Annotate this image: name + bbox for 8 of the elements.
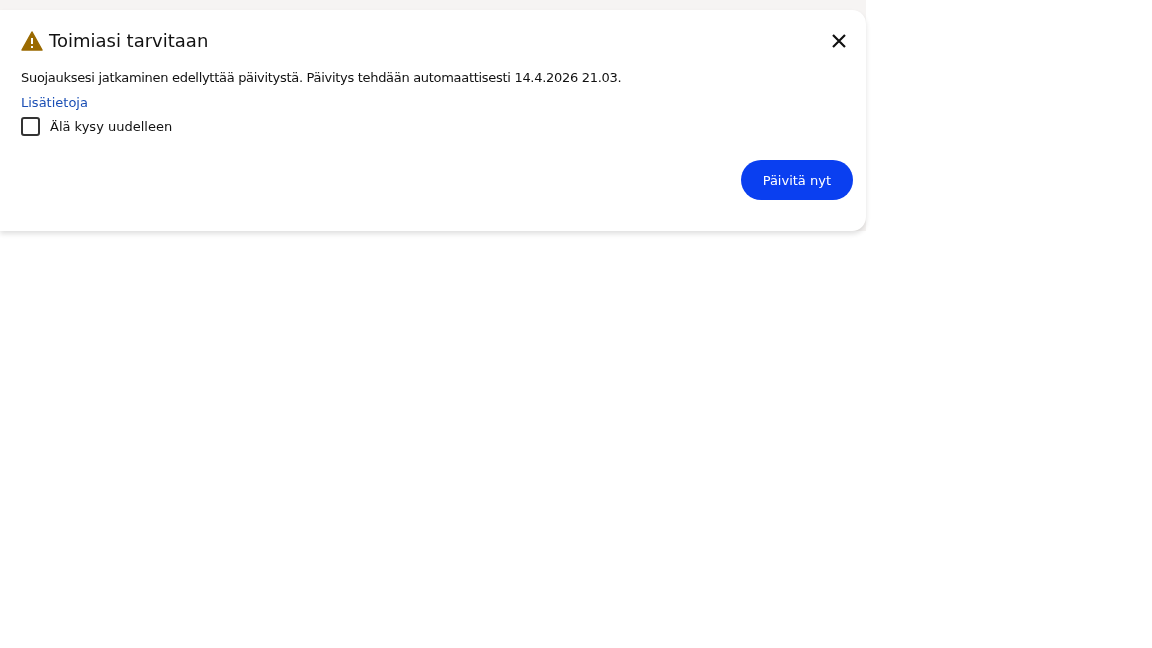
dialog-title: Toimiasi tarvitaan bbox=[49, 30, 210, 51]
dialog-message: Suojauksesi jatkaminen edellyttää päivitystä. Päivitys tehdään automaattisesti 14.4.2026 21.03. bbox=[21, 70, 623, 85]
checkbox-label: Älä kysy uudelleen bbox=[50, 119, 173, 134]
more-info-link[interactable]: Lisätietoja bbox=[21, 95, 88, 110]
close-icon bbox=[831, 32, 847, 49]
update-now-button[interactable]: Päivitä nyt bbox=[740, 160, 853, 200]
checkbox[interactable] bbox=[21, 117, 40, 136]
warning-icon bbox=[21, 30, 43, 51]
